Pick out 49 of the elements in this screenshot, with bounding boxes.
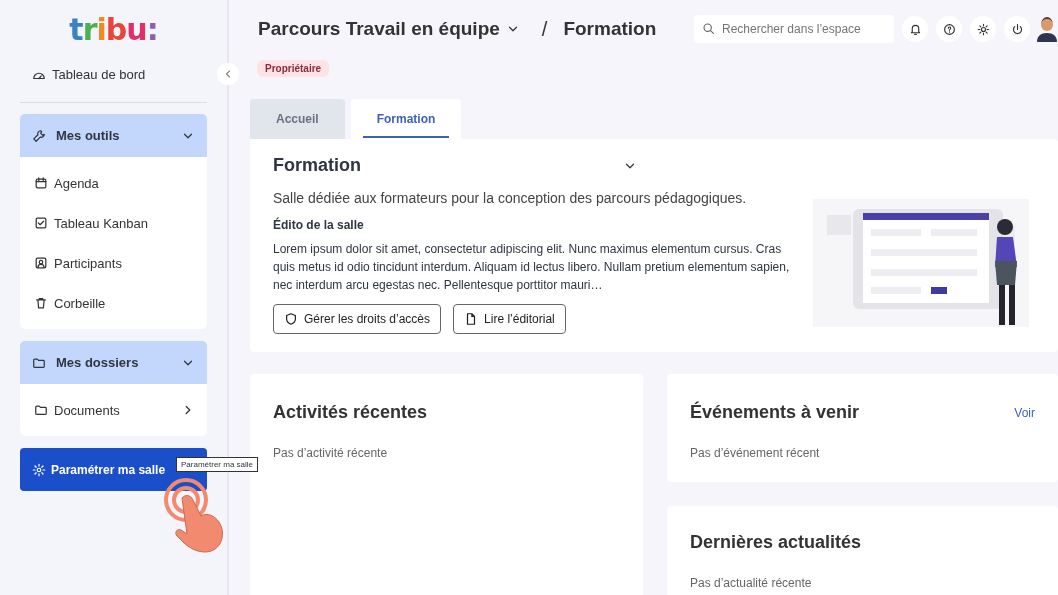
outline-button[interactable]: Gérer les droits d’accès: [273, 304, 442, 334]
space-selector[interactable]: Parcours Travail en équipe: [258, 18, 520, 40]
edito-text: Lorem ipsum dolor sit amet, consectetur adipiscing elit. Nunc maximus elementum cursus. Cras quis metus id odio tincidunt interdum. Aliquam id lectus libero. Nullam pretium elementum sapien, nec interdum arcu egestas nec. Pellentesque porttitor mauri…: [273, 241, 791, 294]
bell-icon: [908, 22, 922, 36]
role-badge: Propriétaire: [257, 60, 330, 77]
trash-icon: [34, 296, 48, 310]
empty-message: Pas d’actualité récente: [690, 576, 812, 590]
dashboard-link[interactable]: Tableau de bord: [32, 67, 146, 82]
help-button[interactable]: [936, 16, 962, 42]
help-icon: [942, 22, 956, 36]
folder-icon: [34, 403, 48, 417]
panel-title: Événements à venir: [690, 402, 861, 423]
panel-title: Activités récentes: [273, 402, 429, 423]
folder-icon: [32, 355, 46, 370]
sidebar-item[interactable]: Corbeille: [20, 283, 207, 323]
logo: tribu:: [68, 12, 159, 47]
power-icon: [1010, 22, 1024, 36]
search-icon: [702, 22, 715, 35]
logout-button[interactable]: [1004, 16, 1030, 42]
see-link[interactable]: Voir: [1014, 402, 1035, 423]
theme-button[interactable]: [970, 16, 996, 42]
sidebar-group-header[interactable]: Mes dossiers: [20, 341, 207, 384]
outline-button[interactable]: Lire l’éditorial: [453, 304, 566, 334]
tab[interactable]: Formation: [350, 99, 462, 139]
tooltip: Paramétrer ma salle: [176, 457, 259, 472]
avatar[interactable]: [1036, 16, 1058, 42]
edito-heading: Édito de la salle: [273, 218, 365, 232]
room-description: Salle dédiée aux formateurs pour la conception des parcours pédagogiques.: [273, 190, 748, 206]
shield-icon: [284, 312, 298, 326]
panel-title: Dernières actualités: [690, 532, 863, 553]
breadcrumb-separator: /: [541, 17, 548, 41]
collapse-sidebar-button[interactable]: [217, 63, 239, 85]
sidebar-item[interactable]: Participants: [20, 243, 207, 283]
wrench-icon: [32, 128, 46, 143]
notifications-button[interactable]: [902, 16, 928, 42]
sidebar-item[interactable]: Agenda: [20, 163, 207, 203]
empty-message: Pas d’activité récente: [273, 446, 388, 460]
sidebar-item[interactable]: Tableau Kanban: [20, 203, 207, 243]
empty-message: Pas d’événement récent: [690, 446, 820, 460]
sun-icon: [976, 22, 990, 36]
tab[interactable]: Accueil: [250, 99, 345, 139]
settings-icon: [32, 462, 46, 477]
sidebar-group-header[interactable]: Mes outils: [20, 114, 207, 157]
calendar-icon: [34, 176, 48, 190]
search-field[interactable]: Rechercher dans l’espace: [694, 15, 894, 43]
room-title: Formation: [563, 18, 657, 40]
contact-icon: [34, 256, 48, 270]
card-title: Formation: [273, 155, 362, 176]
checkbox-icon: [34, 216, 48, 230]
